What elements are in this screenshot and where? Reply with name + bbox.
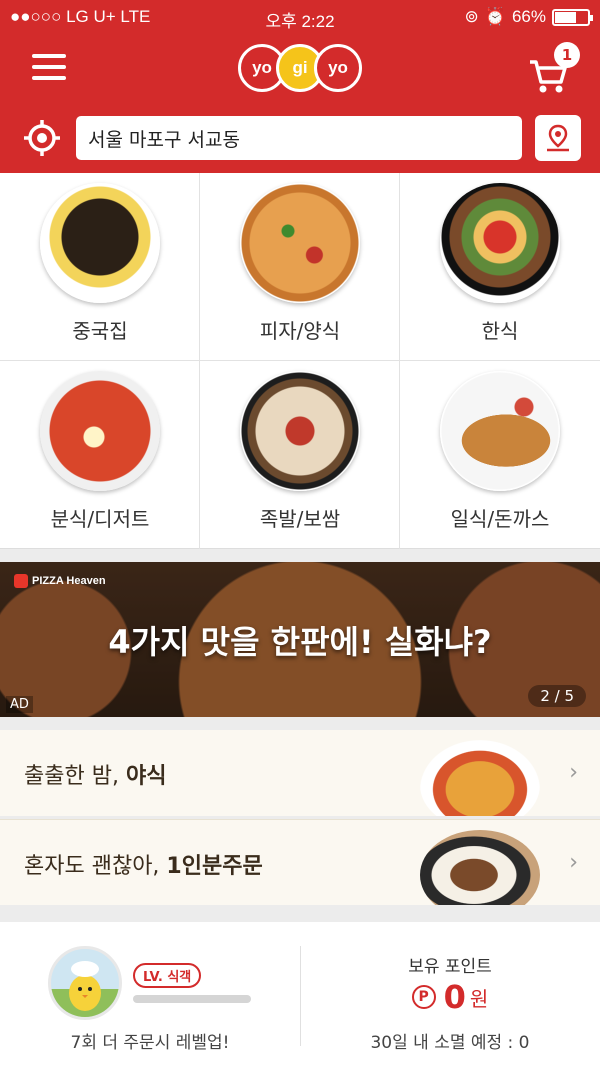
levelup-text: 7회 더 주문시 레벨업!: [70, 1033, 230, 1053]
category-label: 피자/양식: [259, 319, 341, 343]
user-avatar[interactable]: [48, 946, 122, 1020]
map-pin-button[interactable]: [535, 115, 581, 161]
address-field[interactable]: 서울 마포구 서교동: [76, 116, 522, 160]
user-footer: LV. 식객 7회 더 주문시 레벨업! 보유 포인트 P0원 30일 내 소멸…: [0, 922, 600, 1067]
status-bar: ●●○○○ LG U+ LTE 오후 2:22 ⊚ ⏰ 66%: [0, 0, 600, 36]
category-pizza[interactable]: 피자/양식: [200, 173, 400, 361]
menu-button[interactable]: [32, 54, 66, 82]
points-icon: P: [411, 985, 436, 1009]
ramen-bowl-icon: [420, 740, 540, 816]
theme-title: 출출한 밤, 야식: [24, 764, 167, 789]
category-snack[interactable]: 분식/디저트: [0, 361, 200, 549]
theme-row-late-night[interactable]: 출출한 밤, 야식 ›: [0, 730, 600, 816]
yogiyo-logo[interactable]: yo gi yo: [238, 44, 364, 94]
category-grid: 중국집 피자/양식 한식 분식/디저트 족발/보쌈 일식/돈까스: [0, 173, 600, 549]
banner-pager: 2 / 5: [528, 685, 586, 707]
category-chinese[interactable]: 중국집: [0, 173, 200, 361]
category-japanese[interactable]: 일식/돈까스: [400, 361, 600, 549]
points-value[interactable]: P0원: [300, 978, 600, 1016]
bibimbap-icon: [440, 183, 560, 303]
ad-label: AD: [6, 696, 33, 713]
promo-banner[interactable]: PIZZA Heaven 4가지 맛을 한판에! 실화냐? AD 2 / 5: [0, 562, 600, 717]
tteokbokki-icon: [40, 371, 160, 491]
chick-chef-icon: [51, 961, 119, 1017]
pizza-icon: [240, 183, 360, 303]
app-header: yo gi yo 1 서울 마포구 서교동: [0, 36, 600, 173]
theme-title: 혼자도 괜찮아, 1인분주문: [24, 854, 263, 879]
jajangmyeon-icon: [40, 183, 160, 303]
chevron-right-icon: ›: [569, 760, 578, 785]
map-pin-icon: [547, 124, 569, 152]
level-progress-bar: [133, 995, 251, 1003]
logo-letter: yo: [314, 44, 362, 92]
meal-bowl-icon: [420, 830, 540, 905]
brand-logo-icon: [14, 574, 28, 588]
banner-headline: 4가지 맛을 한판에! 실화냐?: [108, 623, 492, 661]
hamburger-icon: [32, 54, 66, 58]
points-unit: 원: [469, 986, 489, 1011]
points-amount: 0: [443, 978, 466, 1016]
current-location-button[interactable]: [22, 118, 62, 158]
battery-percent: 66%: [511, 7, 546, 26]
category-label: 족발/보쌈: [259, 507, 341, 531]
cart-button[interactable]: 1: [528, 42, 580, 94]
category-jokbal[interactable]: 족발/보쌈: [200, 361, 400, 549]
banner-brand: PIZZA Heaven: [14, 574, 106, 588]
category-label: 일식/돈까스: [450, 507, 550, 531]
level-badge[interactable]: LV. 식객: [133, 963, 202, 988]
status-right: ⊚ ⏰ 66%: [464, 7, 593, 27]
category-label: 중국집: [72, 319, 128, 343]
points-expire-text: 30일 내 소멸 예정 : 0: [370, 1033, 530, 1053]
points-title: 보유 포인트: [408, 957, 492, 977]
cart-count-badge: 1: [554, 42, 580, 68]
chevron-right-icon: ›: [569, 850, 578, 875]
category-korean[interactable]: 한식: [400, 173, 600, 361]
rotation-lock-icon: ⊚: [464, 7, 479, 26]
crosshair-icon: [24, 120, 60, 156]
jokbal-icon: [240, 371, 360, 491]
tonkatsu-icon: [440, 371, 560, 491]
battery-icon: [552, 8, 593, 26]
category-label: 한식: [481, 319, 519, 343]
category-label: 분식/디저트: [50, 507, 150, 531]
theme-row-single-serving[interactable]: 혼자도 괜찮아, 1인분주문 ›: [0, 819, 600, 905]
alarm-icon: ⏰: [484, 7, 506, 26]
